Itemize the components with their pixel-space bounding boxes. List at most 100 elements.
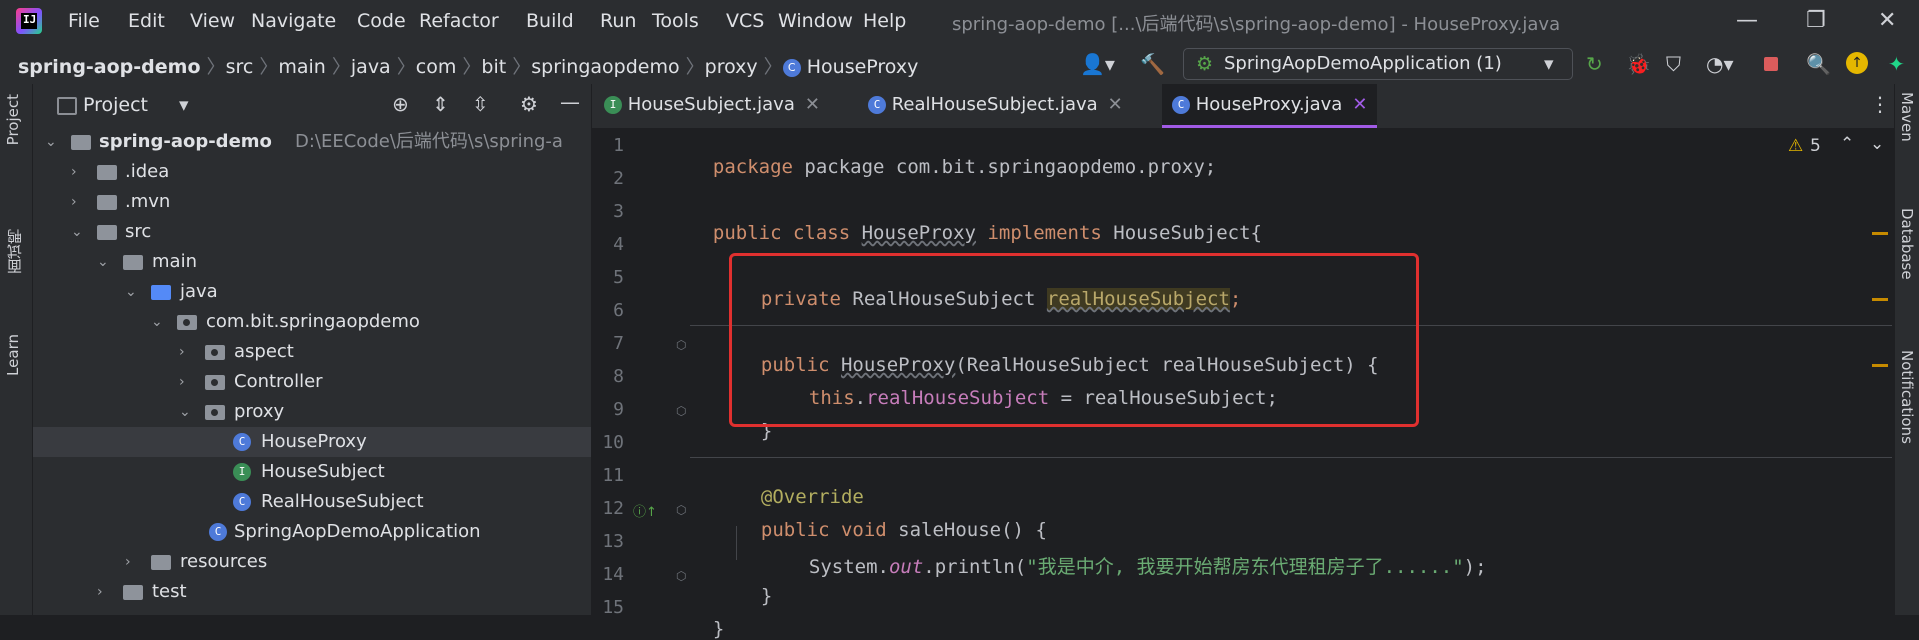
tree-item-label: HouseProxy [261, 431, 367, 452]
tree-item-mvn[interactable]: › .mvn [33, 187, 591, 217]
fold-icon[interactable]: ⬡ [676, 569, 686, 583]
tree-item-src[interactable]: ⌄ src [33, 217, 591, 247]
tree-item-label: SpringAopDemoApplication [234, 521, 481, 542]
previous-highlight-icon[interactable]: ⌃ [1840, 134, 1854, 154]
breadcrumb-src[interactable]: src [226, 56, 254, 78]
user-icon[interactable]: 👤▾ [1080, 52, 1115, 76]
tree-item-label: java [180, 281, 218, 302]
warning-count[interactable]: 5 [1810, 136, 1821, 156]
tree-item-resources[interactable]: › resources [33, 547, 591, 577]
chevron-down-icon[interactable]: ▾ [179, 94, 189, 116]
profile-icon[interactable]: ◔▾ [1706, 52, 1734, 76]
breadcrumb-bit[interactable]: bit [481, 56, 506, 78]
fold-icon[interactable]: ⬡ [676, 503, 686, 517]
interview-duck-tool-button[interactable]: 面试鸭 [4, 229, 25, 274]
menu-refactor[interactable]: Refactor [419, 10, 499, 32]
tree-root-path: D:\EECode\后端代码\s\spring-a [295, 131, 563, 152]
code-line-13[interactable]: System.out.println("我是中介, 我要开始帮房东代理租房子了.… [786, 530, 1487, 579]
warning-stripe[interactable] [1872, 298, 1888, 301]
build-hammer-icon[interactable]: 🔨 [1140, 52, 1165, 76]
fold-icon[interactable]: ⬡ [676, 338, 686, 352]
stop-icon[interactable] [1764, 57, 1778, 71]
breadcrumb-file[interactable]: HouseProxy [807, 56, 919, 78]
menu-window[interactable]: Window [778, 10, 853, 32]
search-icon[interactable]: 🔍 [1806, 52, 1831, 76]
tree-item-idea[interactable]: › .idea [33, 157, 591, 187]
coverage-icon[interactable]: ⛉ [1666, 52, 1681, 76]
tab-houseproxy[interactable]: C HouseProxy.java ✕ [1162, 84, 1378, 128]
tree-item-test[interactable]: › test [33, 577, 591, 607]
line-number: 8 [613, 366, 624, 387]
close-tab-icon[interactable]: ✕ [1352, 94, 1367, 115]
tree-item-controller[interactable]: › Controller [33, 367, 591, 397]
tree-root-label: spring-aop-demo [99, 131, 272, 152]
tree-root[interactable]: ⌄ spring-aop-demo D:\EECode\后端代码\s\sprin… [33, 127, 591, 157]
restore-icon[interactable]: ❐ [1806, 8, 1826, 33]
minimize-icon[interactable]: — [1736, 8, 1758, 33]
collapse-all-icon[interactable]: ⇳ [472, 92, 489, 116]
tree-item-houseproxy[interactable]: C HouseProxy [33, 427, 591, 457]
menu-help[interactable]: Help [863, 10, 906, 32]
expand-all-icon[interactable]: ⇕ [432, 92, 449, 116]
breadcrumb-proxy[interactable]: proxy [705, 56, 758, 78]
call-end: ); [1463, 556, 1487, 578]
database-tool-button[interactable]: Database [1898, 208, 1916, 280]
menu-vcs[interactable]: VCS [726, 10, 764, 32]
rerun-icon[interactable]: ↻ [1586, 52, 1603, 76]
more-tabs-icon[interactable]: ⋮ [1870, 92, 1890, 116]
breadcrumb-com[interactable]: com [416, 56, 457, 78]
notifications-tool-button[interactable]: Notifications [1898, 350, 1916, 444]
locate-icon[interactable]: ⊕ [392, 92, 409, 116]
code-line-1[interactable]: package package com.bit.springaopdemo.pr… [690, 134, 1216, 178]
tree-item-realhousesubject[interactable]: C RealHouseSubject [33, 487, 591, 517]
gear-icon[interactable]: ⚙ [520, 92, 538, 116]
code-line-3[interactable]: public class HouseProxy implements House… [690, 200, 1262, 244]
code-line-15[interactable]: } [690, 596, 724, 640]
run-configuration-select[interactable]: ⚙ SpringAopDemoApplication (1) ▾ [1183, 48, 1573, 80]
menu-navigate[interactable]: Navigate [251, 10, 336, 32]
tree-item-application[interactable]: C SpringAopDemoApplication [33, 517, 591, 547]
menu-view[interactable]: View [190, 10, 235, 32]
breadcrumb-java[interactable]: java [351, 56, 391, 78]
next-highlight-icon[interactable]: ⌄ [1870, 134, 1884, 154]
jetbrains-ai-icon[interactable]: ✦ [1888, 52, 1905, 76]
menu-tools[interactable]: Tools [652, 10, 699, 32]
close-window-icon[interactable]: ✕ [1878, 8, 1896, 33]
hide-panel-icon[interactable]: — [560, 90, 580, 114]
tab-housesubject[interactable]: I HouseSubject.java ✕ [604, 84, 820, 128]
code-line-14[interactable]: } [738, 563, 772, 607]
tree-item-proxy[interactable]: ⌄ proxy [33, 397, 591, 427]
learn-tool-button[interactable]: Learn [4, 334, 22, 376]
breadcrumb-main[interactable]: main [278, 56, 325, 78]
close-tab-icon[interactable]: ✕ [1108, 94, 1123, 115]
tree-item-java[interactable]: ⌄ java [33, 277, 591, 307]
interface-icon: I [233, 463, 251, 481]
line-number: 1 [613, 135, 624, 156]
project-panel-title[interactable]: Project [83, 94, 148, 116]
update-icon[interactable]: ↑ [1846, 52, 1868, 74]
implements-method-icon[interactable]: ⓘ↑ [633, 501, 657, 520]
indent-guide [736, 526, 737, 560]
debug-icon[interactable]: 🐞 [1626, 52, 1651, 76]
menu-edit[interactable]: Edit [128, 10, 165, 32]
fold-icon[interactable]: ⬡ [676, 404, 686, 418]
project-tool-button[interactable]: Project [4, 94, 22, 145]
breadcrumb-springaopdemo[interactable]: springaopdemo [531, 56, 679, 78]
close-tab-icon[interactable]: ✕ [805, 94, 820, 115]
maven-tool-button[interactable]: Maven [1898, 92, 1916, 142]
menu-file[interactable]: File [68, 10, 100, 32]
breadcrumb-project[interactable]: spring-aop-demo [18, 56, 201, 78]
menu-code[interactable]: Code [357, 10, 406, 32]
tree-item-main[interactable]: ⌄ main [33, 247, 591, 277]
menu-build[interactable]: Build [526, 10, 574, 32]
warning-stripe[interactable] [1872, 232, 1888, 235]
class-icon: C [233, 433, 251, 451]
menu-run[interactable]: Run [600, 10, 636, 32]
warning-icon[interactable]: ⚠ [1788, 136, 1803, 156]
tree-item-package[interactable]: ⌄ com.bit.springaopdemo [33, 307, 591, 337]
tab-realhousesubject[interactable]: C RealHouseSubject.java ✕ [868, 84, 1123, 128]
tree-item-aspect[interactable]: › aspect [33, 337, 591, 367]
folder-icon [123, 585, 143, 600]
warning-stripe[interactable] [1872, 364, 1888, 367]
tree-item-housesubject[interactable]: I HouseSubject [33, 457, 591, 487]
